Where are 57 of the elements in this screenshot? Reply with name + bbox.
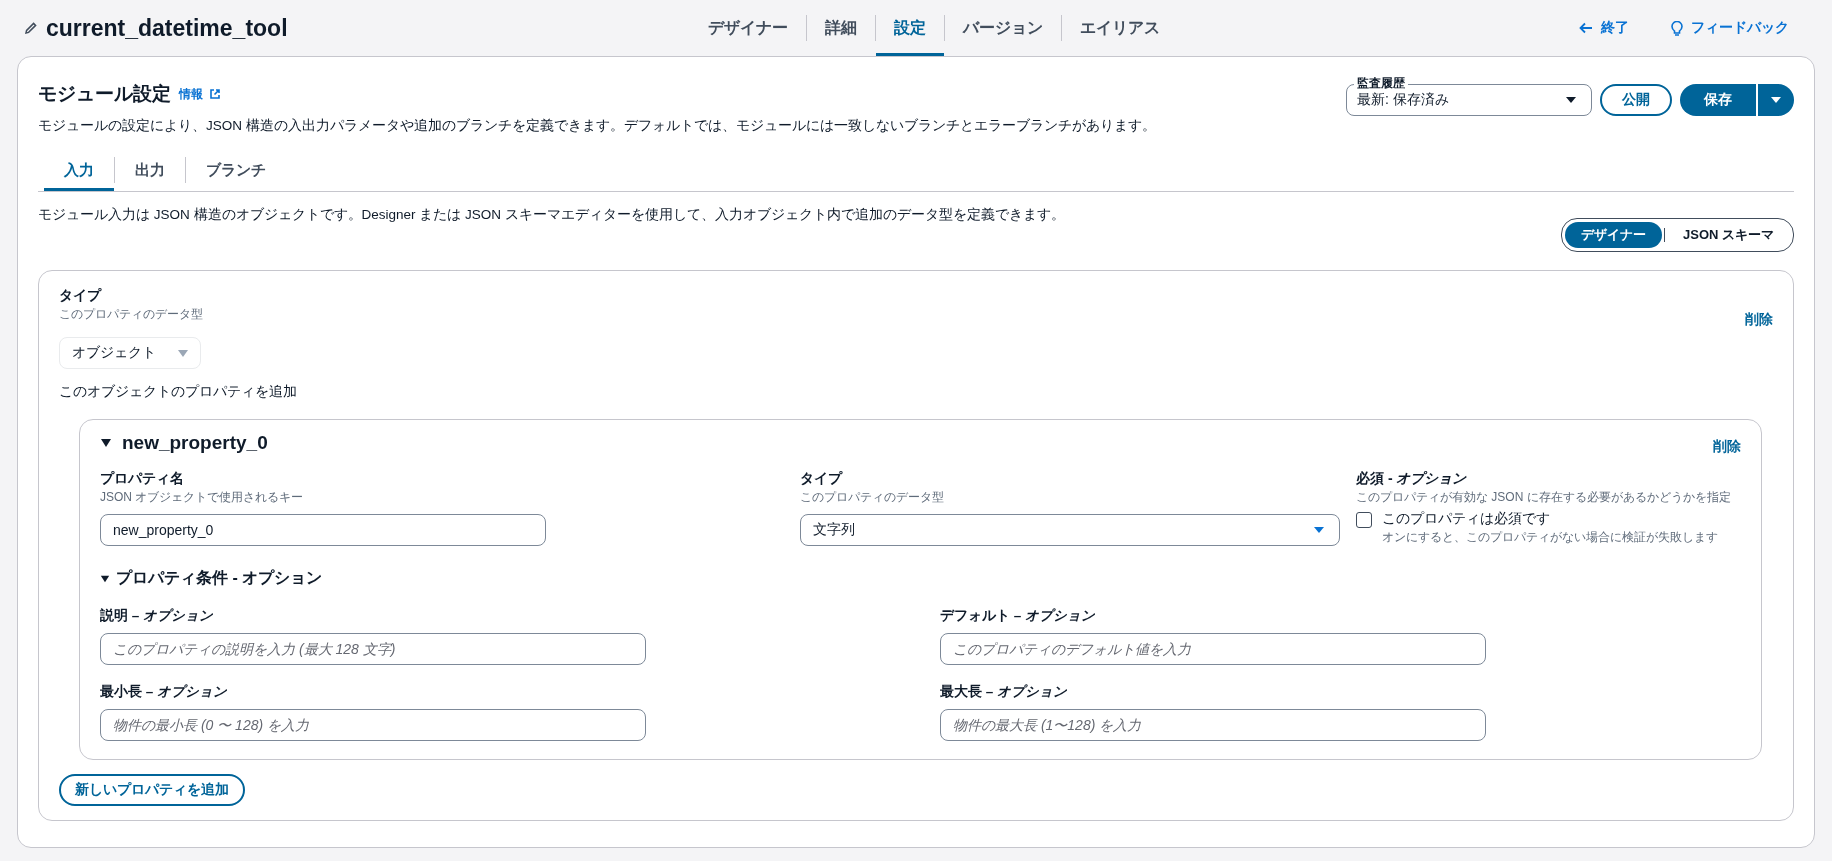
delete-link[interactable]: 削除 [1713, 438, 1741, 456]
field-label: プロパティ名 [100, 470, 185, 488]
caret-down-icon [178, 349, 188, 357]
lightbulb-icon [1671, 20, 1683, 36]
mode-option[interactable]: デザイナー [1565, 222, 1662, 248]
pencil-icon[interactable] [24, 21, 38, 35]
text-field[interactable]: 物件の最小長 (0 〜 128) を入力 [100, 709, 646, 741]
triangle-icon [100, 573, 110, 584]
checkbox-hint: オンにすると、このプロパティがない場合に検証が失敗します [1382, 529, 1718, 546]
add-property-button[interactable]: 新しいプロパティを追加 [59, 774, 245, 806]
caret-down-icon [1565, 96, 1577, 104]
field-label: 監査履歴 [1354, 76, 1408, 90]
properties-label: このオブジェクトのプロパティを追加 [59, 383, 298, 401]
exit-link[interactable]: 終了 [1573, 18, 1635, 38]
field-hint: このプロパティのデータ型 [800, 489, 945, 506]
arrow-left-icon [1579, 22, 1593, 34]
section-tab[interactable]: 出力 [115, 149, 185, 191]
field-hint: このプロパティが有効な JSON に存在する必要があるかどうかを指定 [1356, 489, 1732, 506]
mode-option[interactable]: JSON スキーマ [1667, 222, 1790, 248]
field-hint: このプロパティのデータ型 [59, 306, 203, 323]
field-label: デフォルト – オプション [940, 607, 1096, 625]
save-menu-button[interactable] [1758, 84, 1794, 116]
publish-button[interactable]: 公開 [1600, 84, 1672, 116]
feedback-link[interactable]: フィードバック [1665, 18, 1795, 38]
section-title: モジュール設定 [38, 82, 171, 106]
info-link[interactable]: 情報 [179, 85, 221, 103]
field-label: タイプ [59, 287, 103, 305]
text-field[interactable]: 物件の最大長 (1〜128) を入力 [940, 709, 1486, 741]
section-description: モジュールの設定により、JSON 構造の入出力パラメータや追加のブランチを定義できます。デフォルトでは、モジュールには一致しないブランチとエラーブランチがあります。 [38, 117, 1156, 135]
type-select[interactable]: オブジェクト [59, 337, 201, 369]
text-field[interactable]: このプロパティのデフォルト値を入力 [940, 633, 1486, 665]
input-description: モジュール入力は JSON 構造のオブジェクトです。Designer または JSON スキーマエディターを使用して、入力オブジェクト内で追加のデータ型を定義できます。 [38, 206, 1065, 224]
property-expander[interactable]: new_property_0 [100, 432, 268, 454]
field-label: 最小長 – オプション [100, 683, 228, 701]
type-select[interactable]: 文字列 [800, 514, 1340, 546]
property-name-field[interactable]: new_property_0 [100, 514, 546, 546]
external-link-icon [209, 88, 221, 100]
page-tab[interactable]: 詳細 [807, 0, 875, 56]
conditions-expander[interactable]: プロパティ条件 - オプション [100, 568, 323, 589]
page-tab[interactable]: デザイナー [690, 0, 806, 56]
page-tab[interactable]: バージョン [945, 0, 1061, 56]
text-field[interactable]: このプロパティの説明を入力 (最大 128 文字) [100, 633, 646, 665]
delete-link[interactable]: 削除 [1745, 311, 1773, 329]
field-label: タイプ [800, 470, 844, 488]
checkbox[interactable] [1356, 512, 1372, 528]
caret-down-icon [1770, 96, 1782, 104]
save-button[interactable]: 保存 [1680, 84, 1756, 116]
field-label: 必須 - オプション [1356, 470, 1468, 488]
triangle-icon [100, 437, 112, 449]
checkbox-label: このプロパティは必須です [1382, 510, 1551, 528]
field-label: 説明 – オプション [100, 607, 214, 625]
page-title: current_datetime_tool [46, 14, 288, 42]
field-hint: JSON オブジェクトで使用されるキー [100, 489, 305, 506]
page-tab[interactable]: エイリアス [1062, 0, 1178, 56]
section-tab[interactable]: ブランチ [186, 149, 286, 191]
caret-down-icon [1313, 526, 1325, 534]
field-label: 最大長 – オプション [940, 683, 1068, 701]
